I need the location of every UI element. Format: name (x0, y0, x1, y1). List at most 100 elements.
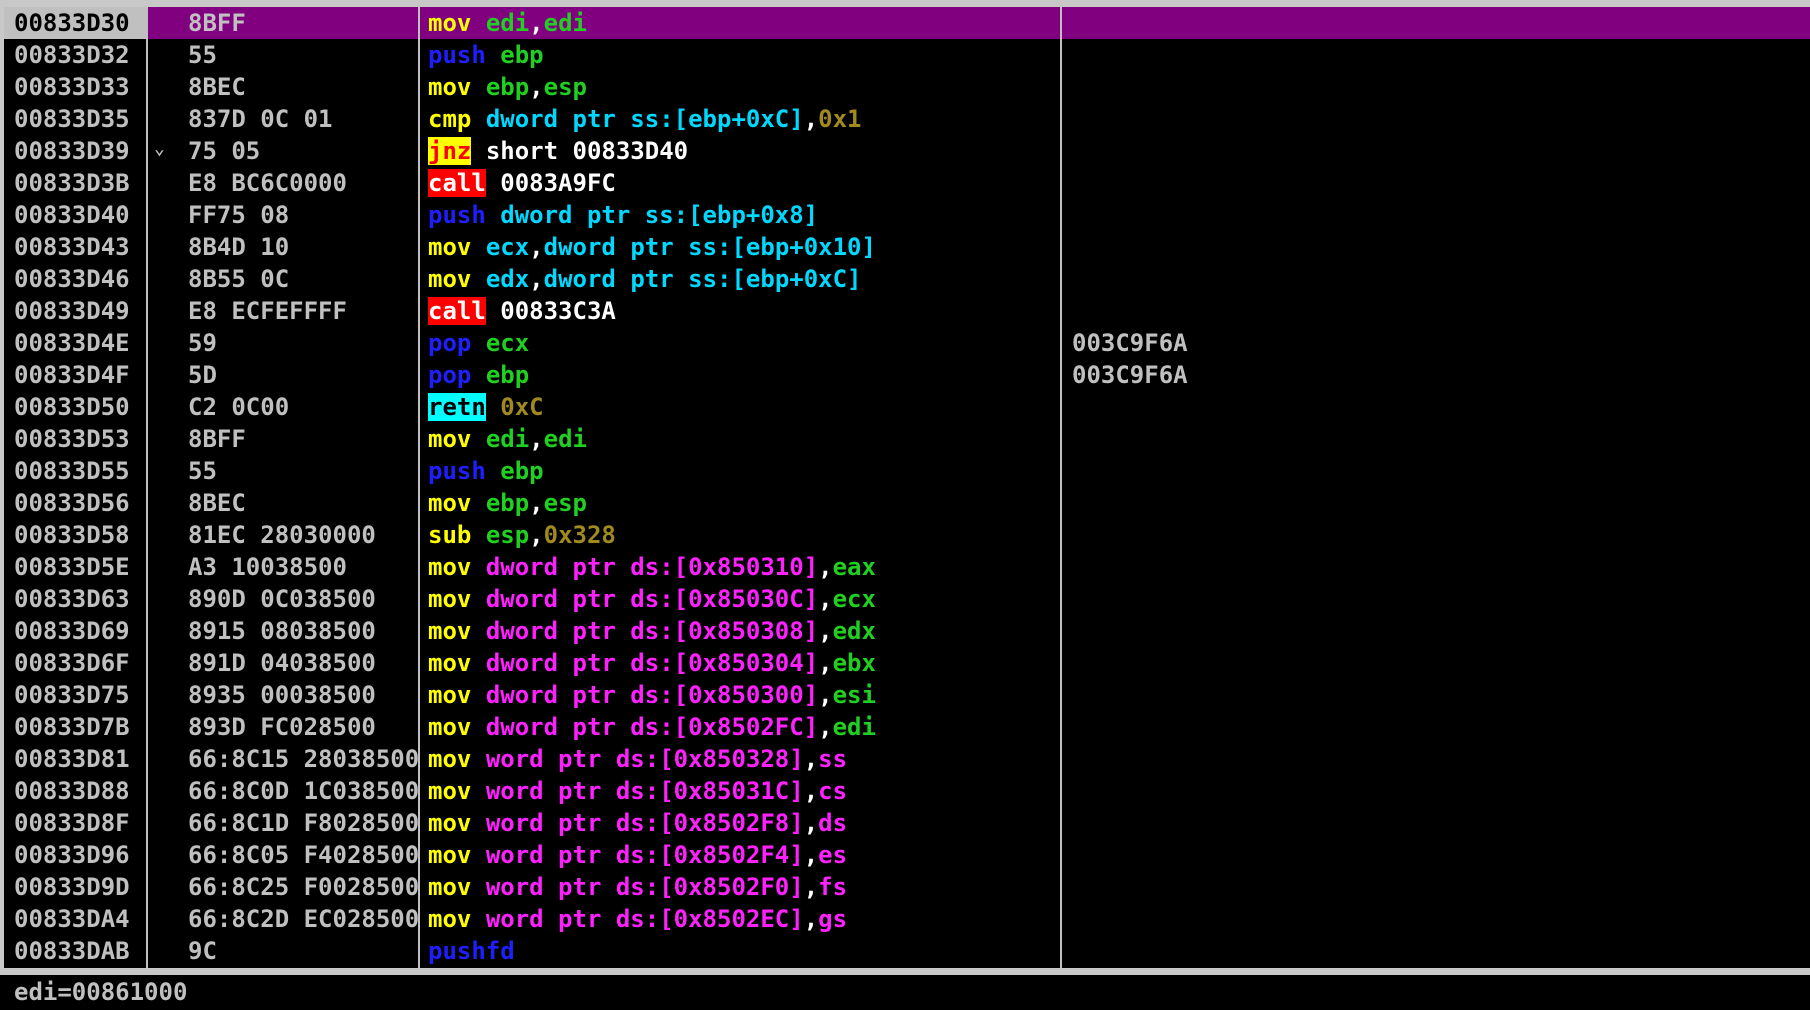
jump-arrow-icon (154, 103, 174, 135)
column-divider-address[interactable] (146, 7, 148, 968)
instruction-token: mov (428, 233, 472, 261)
disasm-row[interactable]: 00833D4E 59 pop ecx 003C9F6A (4, 327, 1810, 359)
column-divider-instruction[interactable] (1060, 7, 1062, 968)
row-comment (1072, 455, 1772, 487)
disasm-row[interactable]: 00833D55 55 push ebp (4, 455, 1810, 487)
row-instruction: mov dword ptr ds:[0x850304],ebx (428, 647, 1060, 679)
disasm-row[interactable]: 00833D39 ⌄ 75 05 jnz short 00833D40 (4, 135, 1810, 167)
instruction-token: pushfd (428, 937, 515, 965)
jump-arrow-icon (154, 519, 174, 551)
instruction-token (471, 361, 485, 389)
instruction-token (471, 329, 485, 357)
jump-arrow-icon: ⌄ (154, 138, 165, 159)
row-bytes: 81EC 28030000 (188, 521, 376, 549)
instruction-token: , (803, 745, 819, 773)
disasm-row[interactable]: 00833D5E A3 10038500 mov dword ptr ds:[0x8… (4, 551, 1810, 583)
instruction-token: ecx (832, 585, 876, 613)
instruction-token: mov (428, 905, 472, 933)
row-comment (1072, 103, 1772, 135)
jump-arrow-icon (154, 871, 174, 903)
row-comment (1072, 839, 1772, 871)
row-bytes: 55 (188, 457, 217, 485)
instruction-token: , (529, 73, 544, 101)
row-bytes: 8BFF (188, 425, 246, 453)
instruction-token: word ptr ds:[0x85031C] (485, 777, 804, 805)
disasm-row[interactable]: 00833D32 55 push ebp (4, 39, 1810, 71)
instruction-token: mov (428, 425, 472, 453)
disasm-row[interactable]: 00833D81 66:8C15 28038500 mov word ptr ds:… (4, 743, 1810, 775)
instruction-token: fs (818, 873, 848, 901)
disasm-row[interactable]: 00833D40 FF75 08 push dword ptr ss:[ebp+0x… (4, 199, 1810, 231)
row-address: 00833D32 (14, 41, 130, 69)
instruction-token (471, 489, 485, 517)
instruction-token: , (803, 777, 819, 805)
row-bytes: A3 10038500 (188, 553, 347, 581)
instruction-token (471, 681, 485, 709)
instruction-token: mov (428, 873, 472, 901)
disasm-row[interactable]: 00833D96 66:8C05 F4028500 mov word ptr ds:… (4, 839, 1810, 871)
instruction-token (471, 905, 485, 933)
row-comment (1072, 775, 1772, 807)
row-address: 00833D46 (14, 265, 130, 293)
instruction-token (471, 105, 485, 133)
disasm-row[interactable]: 00833D7B 893D FC028500 mov dword ptr ds:[0… (4, 711, 1810, 743)
instruction-token: ss (818, 745, 848, 773)
disasm-row[interactable]: 00833D88 66:8C0D 1C038500 mov word ptr ds:… (4, 775, 1810, 807)
row-instruction: push dword ptr ss:[ebp+0x8] (428, 199, 1060, 231)
disasm-row[interactable]: 00833D8F 66:8C1D F8028500 mov word ptr ds:… (4, 807, 1810, 839)
row-comment (1072, 743, 1772, 775)
disasm-row[interactable]: 00833D58 81EC 28030000 sub esp,0x328 (4, 519, 1810, 551)
disasm-row[interactable]: 00833D6F 891D 04038500 mov dword ptr ds:[0… (4, 647, 1810, 679)
instruction-token (471, 777, 485, 805)
disasm-row[interactable]: 00833DAB 9C pushfd (4, 935, 1810, 967)
row-address: 00833D88 (14, 777, 130, 805)
disasm-row[interactable]: 00833DA4 66:8C2D EC028500 mov word ptr ds:… (4, 903, 1810, 935)
instruction-token: , (818, 649, 833, 677)
disasm-row[interactable]: 00833D46 8B55 0C mov edx,dword ptr ss:[ebp… (4, 263, 1810, 295)
instruction-token: word ptr ds:[0x8502EC] (485, 905, 804, 933)
disasm-row[interactable]: 00833D53 8BFF mov edi,edi (4, 423, 1810, 455)
row-instruction: sub esp,0x328 (428, 519, 1060, 551)
disasm-row[interactable]: 00833D9D 66:8C25 F0028500 mov word ptr ds:… (4, 871, 1810, 903)
disasm-row[interactable]: 00833D35 837D 0C 01 cmp dword ptr ss:[ebp+… (4, 103, 1810, 135)
row-address: 00833DA4 (14, 905, 130, 933)
disasm-row[interactable]: 00833D49 E8 ECFEFFFF call 00833C3A (4, 295, 1810, 327)
row-comment (1072, 199, 1772, 231)
instruction-token: , (803, 809, 819, 837)
instruction-token: push (428, 201, 486, 229)
row-instruction: mov ebp,esp (428, 71, 1060, 103)
row-instruction: mov dword ptr ds:[0x8502FC],edi (428, 711, 1060, 743)
row-comment (1072, 615, 1772, 647)
column-divider-bytes[interactable] (418, 7, 420, 968)
row-address: 00833D33 (14, 73, 130, 101)
row-address: 00833D56 (14, 489, 130, 517)
disasm-row[interactable]: 00833D3B E8 BC6C0000 call 0083A9FC (4, 167, 1810, 199)
disasm-row[interactable]: 00833D69 8915 08038500 mov dword ptr ds:[0… (4, 615, 1810, 647)
instruction-token: call (428, 297, 486, 325)
jump-arrow-icon (154, 359, 174, 391)
row-bytes: E8 ECFEFFFF (188, 297, 347, 325)
jump-arrow-icon (154, 71, 174, 103)
instruction-token: , (803, 105, 819, 133)
instruction-token: esi (832, 681, 876, 709)
disasm-row[interactable]: 00833D56 8BEC mov ebp,esp (4, 487, 1810, 519)
disasm-row[interactable]: 00833D30 8BFF mov edi,edi (4, 7, 1810, 39)
row-comment (1072, 903, 1772, 935)
instruction-token: , (529, 489, 544, 517)
disassembly-pane[interactable]: 00833D30 8BFF mov edi,edi 00833D32 55 push eb… (4, 7, 1810, 968)
instruction-token: mov (428, 9, 472, 37)
jump-arrow-icon (154, 551, 174, 583)
instruction-token: , (818, 585, 833, 613)
row-instruction: mov ebp,esp (428, 487, 1060, 519)
instruction-token: push (428, 457, 486, 485)
disasm-row[interactable]: 00833D50 C2 0C00 retn 0xC (4, 391, 1810, 423)
jump-arrow-icon (154, 935, 174, 967)
instruction-token: short 00833D40 (485, 137, 689, 165)
instruction-token: push (428, 41, 486, 69)
disasm-row[interactable]: 00833D43 8B4D 10 mov ecx,dword ptr ss:[ebp… (4, 231, 1810, 263)
disasm-row[interactable]: 00833D33 8BEC mov ebp,esp (4, 71, 1810, 103)
disasm-row[interactable]: 00833D75 8935 00038500 mov dword ptr ds:[0… (4, 679, 1810, 711)
disasm-row[interactable]: 00833D63 890D 0C038500 mov dword ptr ds:[0… (4, 583, 1810, 615)
disasm-row[interactable]: 00833D4F 5D pop ebp 003C9F6A (4, 359, 1810, 391)
row-comment (1072, 39, 1772, 71)
